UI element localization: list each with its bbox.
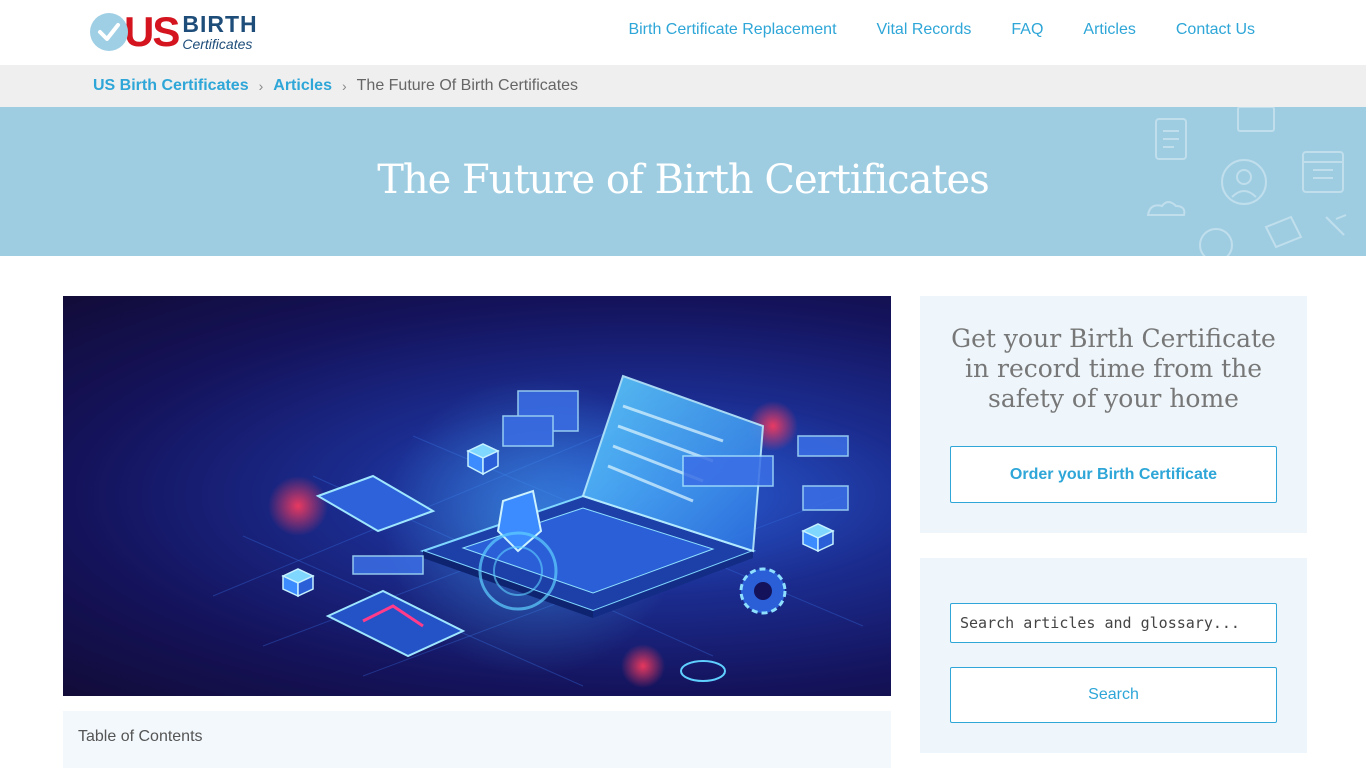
nav-vital-records[interactable]: Vital Records xyxy=(877,21,972,39)
logo-us-text: US xyxy=(124,8,180,55)
breadcrumb: US Birth Certificates › Articles › The F… xyxy=(0,65,1366,107)
table-of-contents[interactable]: Table of Contents xyxy=(63,711,891,768)
main-nav: Birth Certificate Replacement Vital Reco… xyxy=(628,21,1255,39)
checkmark-icon xyxy=(90,13,128,51)
chevron-right-icon: › xyxy=(258,78,264,94)
order-certificate-button[interactable]: Order your Birth Certificate xyxy=(950,446,1277,503)
search-button[interactable]: Search xyxy=(950,667,1277,723)
breadcrumb-articles[interactable]: Articles xyxy=(273,77,332,95)
logo-certificates-text: Certificates xyxy=(182,36,253,52)
sidebar-search-box: Search xyxy=(920,558,1307,753)
toc-label: Table of Contents xyxy=(78,728,203,745)
logo-birth-text: BIRTH xyxy=(182,11,258,37)
search-input[interactable] xyxy=(950,603,1277,643)
nav-contact-us[interactable]: Contact Us xyxy=(1176,21,1255,39)
nav-articles[interactable]: Articles xyxy=(1083,21,1135,39)
breadcrumb-current: The Future Of Birth Certificates xyxy=(356,77,579,94)
page-hero: The Future of Birth Certificates xyxy=(0,107,1366,256)
chevron-right-icon: › xyxy=(341,78,347,94)
cta-heading: Get your Birth Certificate in record tim… xyxy=(951,324,1276,413)
breadcrumb-home[interactable]: US Birth Certificates xyxy=(93,77,249,95)
nav-faq[interactable]: FAQ xyxy=(1011,21,1043,39)
page-title: The Future of Birth Certificates xyxy=(377,157,990,203)
nav-birth-certificate-replacement[interactable]: Birth Certificate Replacement xyxy=(628,21,836,39)
cyber-security-illustration xyxy=(212,374,864,688)
site-header: US BIRTH Certificates Birth Certificate … xyxy=(0,0,1366,65)
site-logo[interactable]: US BIRTH Certificates xyxy=(90,10,280,54)
article-feature-image xyxy=(63,296,891,696)
sidebar-cta-box: Get your Birth Certificate in record tim… xyxy=(920,296,1307,533)
